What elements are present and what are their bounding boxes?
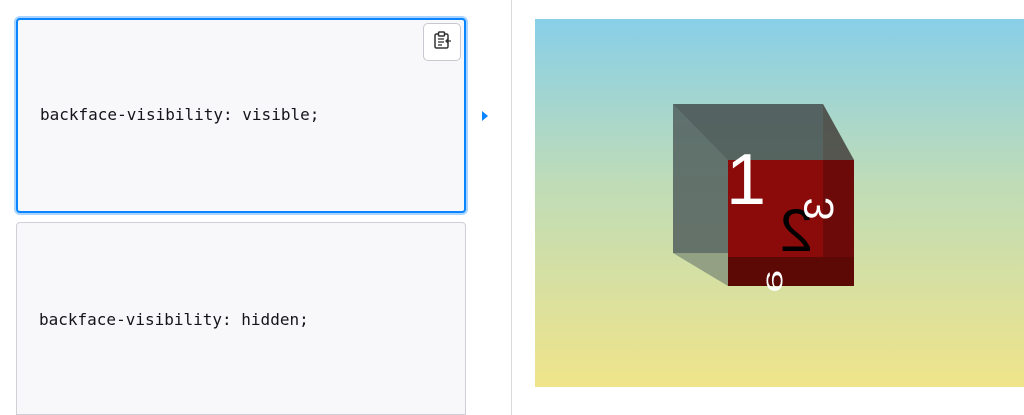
pane-divider: [511, 0, 512, 415]
copy-button[interactable]: [423, 23, 461, 61]
cube-graphic: 1 2 3 6: [673, 104, 854, 293]
code-text: backface-visibility: visible;: [40, 105, 320, 124]
clipboard-icon: [431, 29, 453, 55]
code-option-visible[interactable]: backface-visibility: visible;: [16, 18, 466, 213]
face-label-bottom: 6: [762, 270, 788, 293]
code-text: backface-visibility: hidden;: [39, 310, 309, 329]
selected-arrow-icon: [482, 111, 488, 121]
face-label-right: 3: [795, 197, 842, 220]
output-preview: 1 2 3 6: [535, 19, 1024, 387]
code-option-hidden[interactable]: backface-visibility: hidden;: [16, 222, 466, 415]
code-options-panel: backface-visibility: visible; backface-v…: [0, 0, 512, 415]
face-label-front: 1: [726, 140, 766, 220]
